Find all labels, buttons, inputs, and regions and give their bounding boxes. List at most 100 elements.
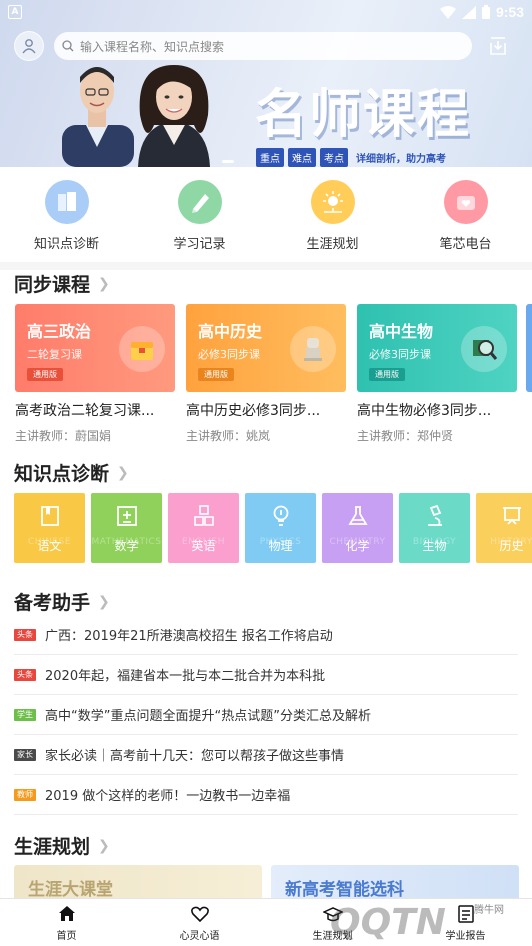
course-card[interactable]: 高中生物 必修3同步课 通用版 高中生物必修3同步... 主讲教师：郑仲贤 [357, 304, 517, 444]
course-name: 高考政治二轮复习课... [15, 403, 155, 419]
course-teacher: 主讲教师：郑仲贤 [357, 429, 454, 443]
subject-tile-math[interactable]: MATHEMATICS 数学 [91, 493, 162, 563]
flask-icon [344, 502, 372, 530]
news-item[interactable]: 头条 2020年起，福建省本一批与本二批合并为本科批 [14, 655, 518, 695]
treasure-box-icon [119, 326, 165, 372]
quick-label: 生涯规划 [306, 237, 359, 252]
course-teacher: 主讲教师：姚岚 [186, 429, 271, 443]
chevron-right-icon: ❯ [98, 593, 110, 610]
carousel-indicator [222, 160, 234, 163]
quick-label: 知识点诊断 [33, 237, 99, 252]
section-title-text: 生涯规划 [14, 836, 91, 858]
section-divider [0, 262, 532, 270]
quick-item-diagnosis[interactable]: 知识点诊断 [0, 180, 133, 252]
tab-label: 首页 [56, 930, 77, 942]
course-cover: 高中历史 必修3同步课 通用版 [186, 304, 346, 392]
status-bar: A 9:53 [0, 0, 532, 24]
course-card[interactable]: 高三政治 二轮复习课 通用版 高考政治二轮复习课... 主讲教师：蔚国娟 [15, 304, 175, 444]
subject-bg-text: ENGLISH [181, 537, 226, 547]
tab-label: 心灵心语 [179, 930, 220, 942]
course-badge: 通用版 [198, 368, 234, 381]
course-name: 高中生物必修3同步... [357, 403, 492, 419]
section-title-text: 备考助手 [14, 592, 91, 614]
news-tag: 家长 [14, 748, 36, 761]
quick-menu: 知识点诊断 学习记录 生涯规划 笔芯电台 [0, 180, 532, 252]
news-tag: 学生 [14, 708, 36, 721]
banner-tag: 难点 [288, 148, 316, 167]
hero-banner[interactable]: A 9:53 输入课程名称、知识点搜索 名师课程 重点 难点 考点 详细剖析，助… [0, 0, 532, 167]
news-tag: 头条 [14, 668, 36, 681]
quick-item-radio[interactable]: 笔芯电台 [399, 180, 532, 252]
download-icon [490, 37, 506, 55]
subject-tile-history[interactable]: HISTORY 历史 [476, 493, 532, 563]
user-icon [22, 39, 36, 54]
news-list: 头条 广西：2019年21所港澳高校招生 报名工作将启动 头条 2020年起，福… [14, 615, 518, 815]
course-card-peek[interactable] [526, 304, 532, 392]
news-title: 家长必读｜高考前十几天：您可以帮孩子做这些事情 [45, 749, 345, 764]
heart-radio-icon [443, 180, 488, 224]
news-title: 广西：2019年21所港澳高校招生 报名工作将启动 [45, 629, 333, 644]
subject-bg-text: MATHEMATICS [91, 537, 162, 547]
course-cover: 高三政治 二轮复习课 通用版 [15, 304, 175, 392]
magnifier-icon [461, 326, 507, 372]
quick-item-study-record[interactable]: 学习记录 [133, 180, 266, 252]
watermark-logo: QQTN [330, 902, 446, 943]
news-tag: 头条 [14, 628, 36, 641]
wifi-icon [439, 5, 456, 19]
teacher-female-image [138, 65, 210, 167]
section-title-text: 知识点诊断 [14, 463, 110, 485]
news-title: 高中“数学”重点问题全面提升“热点试题”分类汇总及解析 [45, 709, 371, 724]
news-item[interactable]: 学生 高中“数学”重点问题全面提升“热点试题”分类汇总及解析 [14, 695, 518, 735]
course-teacher: 主讲教师：蔚国娟 [15, 429, 112, 443]
news-item[interactable]: 教师 2019 做个这样的老师！一边教书一边幸福 [14, 775, 518, 815]
news-tag: 教师 [14, 788, 36, 801]
app-page: A 9:53 输入课程名称、知识点搜索 名师课程 重点 难点 考点 详细剖析，助… [0, 0, 532, 946]
news-item[interactable]: 头条 广西：2019年21所港澳高校招生 报名工作将启动 [14, 615, 518, 655]
app-notification-icon: A [8, 5, 22, 19]
abc-icon [190, 502, 218, 530]
tab-mind[interactable]: 心灵心语 [133, 899, 266, 946]
search-icon [62, 40, 74, 52]
subject-bg-text: BIOLOGY [412, 537, 457, 547]
tab-label: 学业报告 [445, 930, 486, 942]
subject-tile-chinese[interactable]: CHINESE 语文 [14, 493, 85, 563]
course-card[interactable]: 高中历史 必修3同步课 通用版 高中历史必修3同步... 主讲教师：姚岚 [186, 304, 346, 444]
statue-icon [290, 326, 336, 372]
subject-tile-biology[interactable]: BIOLOGY 生物 [399, 493, 470, 563]
section-title-sync-courses[interactable]: 同步课程 ❯ [14, 270, 110, 297]
banner-subtitle: 详细剖析，助力高考 [356, 154, 446, 165]
news-item[interactable]: 家长 家长必读｜高考前十几天：您可以帮孩子做这些事情 [14, 735, 518, 775]
watermark-text: QQTN [330, 902, 446, 943]
bottom-tab-bar: 首页 心灵心语 生涯规划 学业报告 [0, 898, 532, 946]
microscope-icon [421, 502, 449, 530]
pencil-icon [177, 180, 222, 224]
banner-tag: 重点 [256, 148, 284, 167]
chevron-right-icon: ❯ [117, 464, 129, 481]
search-placeholder: 输入课程名称、知识点搜索 [80, 39, 225, 54]
avatar[interactable] [14, 31, 44, 61]
banner-title: 名师课程 [255, 85, 472, 145]
status-time: 9:53 [495, 4, 524, 20]
subject-bg-text: HISTORY [490, 537, 532, 547]
subject-bg-text: PHYSICS [259, 537, 302, 547]
tab-home[interactable]: 首页 [0, 899, 133, 946]
quick-label: 学习记录 [173, 237, 226, 252]
section-title-exam-helper[interactable]: 备考助手 ❯ [14, 588, 110, 615]
subject-bg-text: CHINESE [27, 537, 72, 547]
subject-grid: CHINESE 语文 MATHEMATICS 数学 ENGLISH 英语 PHY… [14, 493, 532, 563]
quick-item-career[interactable]: 生涯规划 [266, 180, 399, 252]
subject-tile-english[interactable]: ENGLISH 英语 [168, 493, 239, 563]
download-button[interactable] [486, 34, 510, 58]
board-icon [498, 502, 526, 530]
banner-tags: 重点 难点 考点 详细剖析，助力高考 [256, 148, 446, 167]
subject-tile-physics[interactable]: PHYSICS 物理 [245, 493, 316, 563]
book-icon [36, 502, 64, 530]
subject-tile-chemistry[interactable]: CHEMISTRY 化学 [322, 493, 393, 563]
sun-icon [310, 180, 355, 224]
section-title-knowledge[interactable]: 知识点诊断 ❯ [14, 459, 129, 486]
section-title-career[interactable]: 生涯规划 ❯ [14, 832, 110, 859]
chevron-right-icon: ❯ [98, 837, 110, 854]
section-title-text: 同步课程 [14, 274, 91, 296]
battery-icon [481, 5, 490, 19]
course-cover: 高中生物 必修3同步课 通用版 [357, 304, 517, 392]
